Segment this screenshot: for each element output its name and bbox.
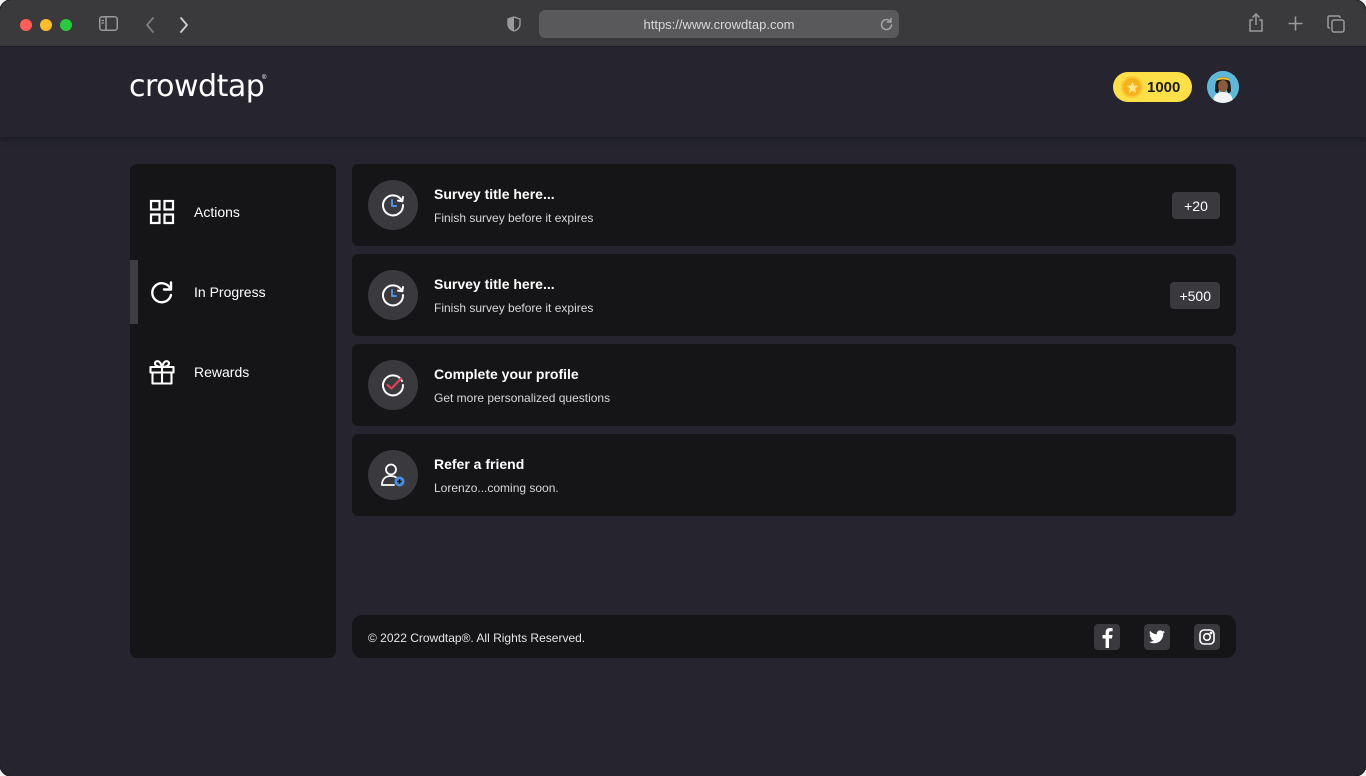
url-text: https://www.crowdtap.com xyxy=(643,16,795,32)
sidebar: Actions In Progress Rewards xyxy=(130,164,336,658)
logo-registered-mark: ® xyxy=(262,75,267,81)
clock-icon xyxy=(368,180,418,230)
task-title: Refer a friend xyxy=(434,456,525,472)
instagram-icon[interactable] xyxy=(1194,624,1220,650)
refresh-icon xyxy=(149,279,175,305)
shield-icon[interactable] xyxy=(507,16,521,32)
task-card-survey[interactable]: Survey title here... Finish survey befor… xyxy=(352,164,1236,246)
task-subtitle: Get more personalized questions xyxy=(434,391,611,405)
crowdtap-logo[interactable]: crowdtap xyxy=(129,69,265,104)
coin-amount: 1000 xyxy=(1147,78,1181,96)
task-title: Survey title here... xyxy=(434,186,555,202)
task-title: Complete your profile xyxy=(434,366,579,382)
task-card-refer-friend[interactable]: Refer a friend Lorenzo...coming soon. xyxy=(352,434,1236,516)
sidebar-item-label: Rewards xyxy=(194,364,250,380)
browser-toolbar: https://www.crowdtap.com xyxy=(0,0,1366,47)
check-circle-icon xyxy=(368,360,418,410)
task-subtitle: Finish survey before it expires xyxy=(434,301,594,315)
coin-balance-badge[interactable]: 1000 xyxy=(1113,72,1192,102)
copyright-text: © 2022 Crowdtap®. All Rights Reserved. xyxy=(368,631,586,645)
site-header: crowdtap ® 1000 xyxy=(0,47,1366,137)
address-bar[interactable]: https://www.crowdtap.com xyxy=(539,10,899,38)
gift-icon xyxy=(149,359,175,385)
points-badge: +500 xyxy=(1170,282,1220,309)
sidebar-toggle-icon[interactable] xyxy=(99,16,118,31)
footer: © 2022 Crowdtap®. All Rights Reserved. xyxy=(352,615,1236,658)
points-badge: +20 xyxy=(1172,192,1220,219)
close-window-button[interactable] xyxy=(20,19,32,31)
share-icon[interactable] xyxy=(1248,13,1264,33)
task-card-survey[interactable]: Survey title here... Finish survey befor… xyxy=(352,254,1236,336)
tabs-overview-icon[interactable] xyxy=(1327,15,1345,33)
user-avatar[interactable] xyxy=(1207,71,1239,103)
minimize-window-button[interactable] xyxy=(40,19,52,31)
new-tab-icon[interactable] xyxy=(1288,16,1303,31)
sidebar-item-in-progress[interactable]: In Progress xyxy=(130,260,336,324)
reload-icon[interactable] xyxy=(880,17,893,34)
task-subtitle: Lorenzo...coming soon. xyxy=(434,481,559,495)
task-title: Survey title here... xyxy=(434,276,555,292)
forward-icon[interactable] xyxy=(179,17,189,33)
sidebar-item-rewards[interactable]: Rewards xyxy=(130,340,336,404)
clock-icon xyxy=(368,270,418,320)
task-card-complete-profile[interactable]: Complete your profile Get more personali… xyxy=(352,344,1236,426)
task-subtitle: Finish survey before it expires xyxy=(434,211,594,225)
back-icon[interactable] xyxy=(145,17,155,33)
twitter-icon[interactable] xyxy=(1144,624,1170,650)
sidebar-item-label: Actions xyxy=(194,204,240,220)
sidebar-item-label: In Progress xyxy=(194,284,266,300)
coin-star-icon xyxy=(1121,76,1143,98)
browser-window: https://www.crowdtap.com crowdtap ® 1000 xyxy=(0,0,1366,776)
sidebar-item-actions[interactable]: Actions xyxy=(130,180,336,244)
add-user-icon xyxy=(368,450,418,500)
facebook-icon[interactable] xyxy=(1094,624,1120,650)
grid-icon xyxy=(149,199,175,225)
zoom-window-button[interactable] xyxy=(60,19,72,31)
